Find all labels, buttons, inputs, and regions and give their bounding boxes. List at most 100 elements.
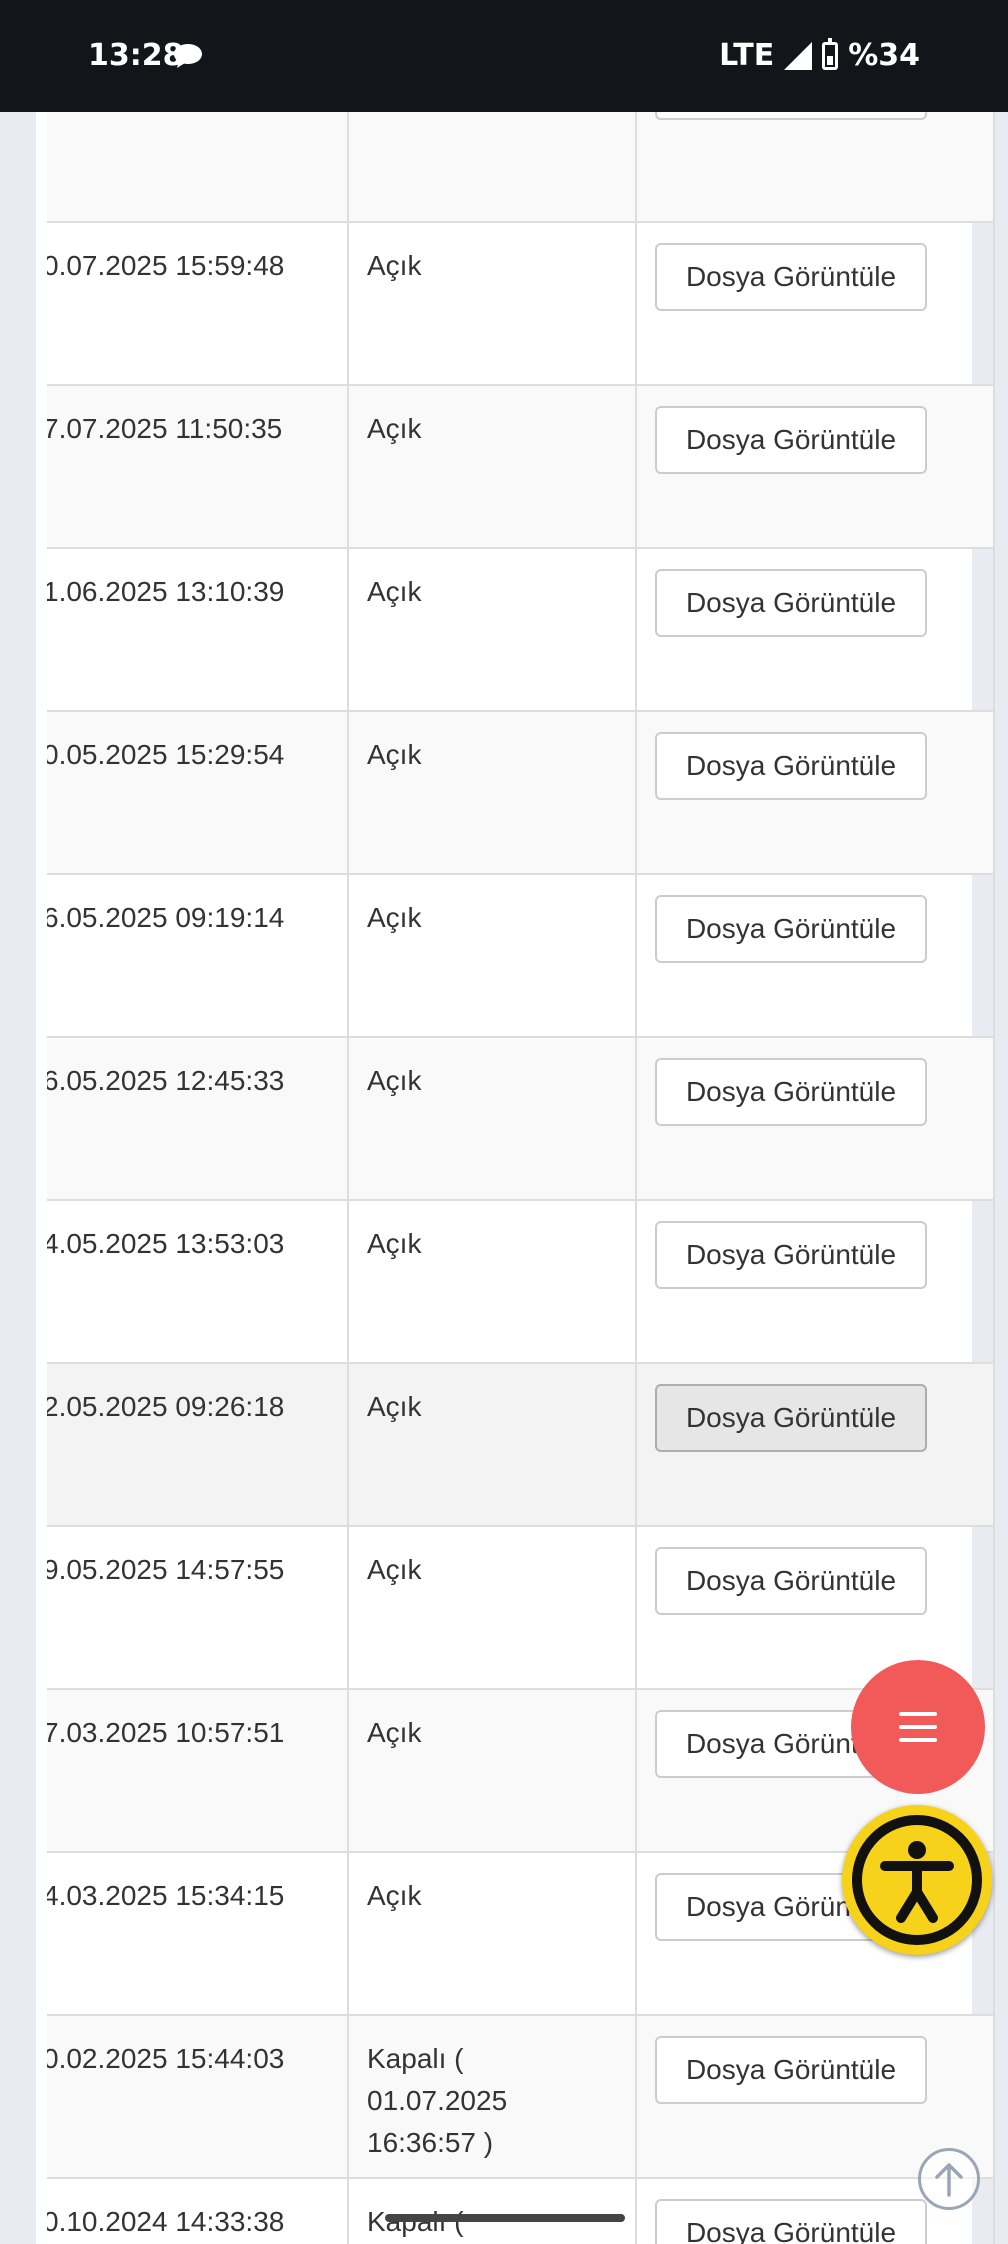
status-cell: Açık — [349, 386, 637, 547]
action-cell: Dosya Görüntüle — [637, 549, 993, 710]
status-cell: Açık — [349, 712, 637, 873]
status-text: Açık — [367, 1880, 422, 1911]
status-cell: Açık — [349, 223, 637, 384]
content-card: Dosya Görüntüle 0.07.2025 15:59:48 Açık Dos… — [36, 112, 995, 2244]
date-text: 9.05.2025 14:57:55 — [47, 1554, 285, 1585]
table-row: 6.05.2025 12:45:33 Açık Dosya Görüntüle — [47, 1038, 993, 1201]
date-cell: 7.07.2025 11:50:35 — [47, 386, 349, 547]
date-cell: 4.03.2025 15:34:15 — [47, 1853, 349, 2014]
action-cell: Dosya Görüntüle — [637, 875, 993, 1036]
status-cell: Kapalı ( 01.07.2025 16:36:57 ) — [349, 2016, 637, 2177]
status-text: Açık — [367, 413, 422, 444]
status-text: 16:36:57 ) — [367, 2127, 494, 2158]
date-cell: 2.05.2025 09:26:18 — [47, 1364, 349, 1525]
status-text: Açık — [367, 1228, 422, 1259]
status-text: Açık — [367, 576, 422, 607]
status-text: Açık — [367, 1065, 422, 1096]
date-text: 6.05.2025 12:45:33 — [47, 1065, 285, 1096]
table-row: 2.05.2025 09:26:18 Açık Dosya Görüntüle — [47, 1364, 993, 1527]
view-file-button[interactable]: Dosya Görüntüle — [655, 2036, 927, 2104]
view-file-button[interactable]: Dosya Görüntüle — [655, 112, 927, 120]
status-text: Açık — [367, 739, 422, 770]
status-cell: Açık — [349, 1527, 637, 1688]
home-indicator — [385, 2214, 625, 2222]
table-row: Dosya Görüntüle — [47, 112, 993, 223]
action-cell: Dosya Görüntüle — [637, 712, 993, 873]
table-row: 7.07.2025 11:50:35 Açık Dosya Görüntüle — [47, 386, 993, 549]
view-file-button[interactable]: Dosya Görüntüle — [655, 243, 927, 311]
view-file-button[interactable]: Dosya Görüntüle — [655, 569, 927, 637]
date-cell: 0.02.2025 15:44:03 — [47, 2016, 349, 2177]
view-file-button[interactable]: Dosya Görüntüle — [655, 1547, 927, 1615]
status-text: Açık — [367, 1554, 422, 1585]
status-cell: Açık — [349, 1364, 637, 1525]
date-cell — [47, 112, 349, 221]
date-cell: 0.10.2024 14:33:38 — [47, 2179, 349, 2244]
status-cell: Açık — [349, 1853, 637, 2014]
status-cell: Açık — [349, 875, 637, 1036]
date-text: 6.05.2025 09:19:14 — [47, 902, 285, 933]
status-cell — [349, 112, 637, 221]
date-cell: 4.05.2025 13:53:03 — [47, 1201, 349, 1362]
accessibility-button[interactable] — [842, 1805, 992, 1955]
status-cell: Açık — [349, 1038, 637, 1199]
status-bar: 13:28 LTE %34 — [0, 0, 1008, 112]
status-text: Açık — [367, 902, 422, 933]
date-text: 0.10.2024 14:33:38 — [47, 2206, 285, 2237]
accessibility-icon — [852, 1815, 982, 1945]
date-text: 4.03.2025 15:34:15 — [47, 1880, 285, 1911]
status-text: Açık — [367, 1391, 422, 1422]
battery-level: %34 — [848, 38, 920, 73]
date-cell: 6.05.2025 12:45:33 — [47, 1038, 349, 1199]
date-text: 0.02.2025 15:44:03 — [47, 2043, 285, 2074]
view-file-button[interactable]: Dosya Görüntüle — [655, 2199, 927, 2244]
status-text: 01.07.2025 — [367, 2085, 508, 2116]
status-text: Açık — [367, 1717, 422, 1748]
view-file-button[interactable]: Dosya Görüntüle — [655, 1221, 927, 1289]
action-cell: Dosya Görüntüle — [637, 1038, 993, 1199]
view-file-button[interactable]: Dosya Görüntüle — [655, 1058, 927, 1126]
action-cell: Dosya Görüntüle — [637, 223, 993, 384]
table-row: 4.05.2025 13:53:03 Açık Dosya Görüntüle — [47, 1201, 993, 1364]
view-file-button[interactable]: Dosya Görüntüle — [655, 895, 927, 963]
chat-bubble-icon — [174, 44, 202, 68]
status-cell: Açık — [349, 549, 637, 710]
date-text: 7.03.2025 10:57:51 — [47, 1717, 285, 1748]
date-text: 0.05.2025 15:29:54 — [47, 739, 285, 770]
table-row: 0.07.2025 15:59:48 Açık Dosya Görüntüle — [47, 223, 993, 386]
menu-fab-button[interactable] — [851, 1660, 985, 1794]
action-cell: Dosya Görüntüle — [637, 386, 993, 547]
view-file-button[interactable]: Dosya Görüntüle — [655, 406, 927, 474]
status-cell: Kapalı (17.01.2025 — [349, 2179, 637, 2244]
action-cell: Dosya Görüntüle — [637, 1364, 993, 1525]
status-time: 13:28 — [88, 38, 184, 73]
status-cell: Açık — [349, 1690, 637, 1851]
date-cell: 9.05.2025 14:57:55 — [47, 1527, 349, 1688]
signal-icon — [784, 41, 813, 70]
date-text: 2.05.2025 09:26:18 — [47, 1391, 285, 1422]
status-text: Kapalı ( — [367, 2201, 635, 2243]
date-cell: 6.05.2025 09:19:14 — [47, 875, 349, 1036]
date-text: 0.07.2025 15:59:48 — [47, 250, 285, 281]
action-cell: Dosya Görüntüle — [637, 112, 993, 221]
date-cell: 7.03.2025 10:57:51 — [47, 1690, 349, 1851]
date-cell: 0.05.2025 15:29:54 — [47, 712, 349, 873]
table-row: 0.02.2025 15:44:03 Kapalı ( 01.07.2025 16:3… — [47, 2016, 993, 2179]
date-text: 4.05.2025 13:53:03 — [47, 1228, 285, 1259]
view-file-button[interactable]: Dosya Görüntüle — [655, 732, 927, 800]
date-cell: 0.07.2025 15:59:48 — [47, 223, 349, 384]
arrow-up-icon — [935, 2163, 963, 2197]
status-text: Açık — [367, 250, 422, 281]
table-row: 0.05.2025 15:29:54 Açık Dosya Görüntüle — [47, 712, 993, 875]
hamburger-icon — [899, 1712, 937, 1742]
status-text: Kapalı ( — [367, 2043, 464, 2074]
date-text: 1.06.2025 13:10:39 — [47, 576, 285, 607]
date-text: 7.07.2025 11:50:35 — [47, 413, 283, 444]
status-indicators: LTE %34 — [719, 37, 920, 73]
view-file-button[interactable]: Dosya Görüntüle — [655, 1384, 927, 1452]
table-row: 9.05.2025 14:57:55 Açık Dosya Görüntüle — [47, 1527, 993, 1690]
scroll-to-top-button[interactable] — [918, 2148, 980, 2210]
network-type: LTE — [719, 38, 775, 73]
status-cell: Açık — [349, 1201, 637, 1362]
table-row: 6.05.2025 09:19:14 Açık Dosya Görüntüle — [47, 875, 993, 1038]
